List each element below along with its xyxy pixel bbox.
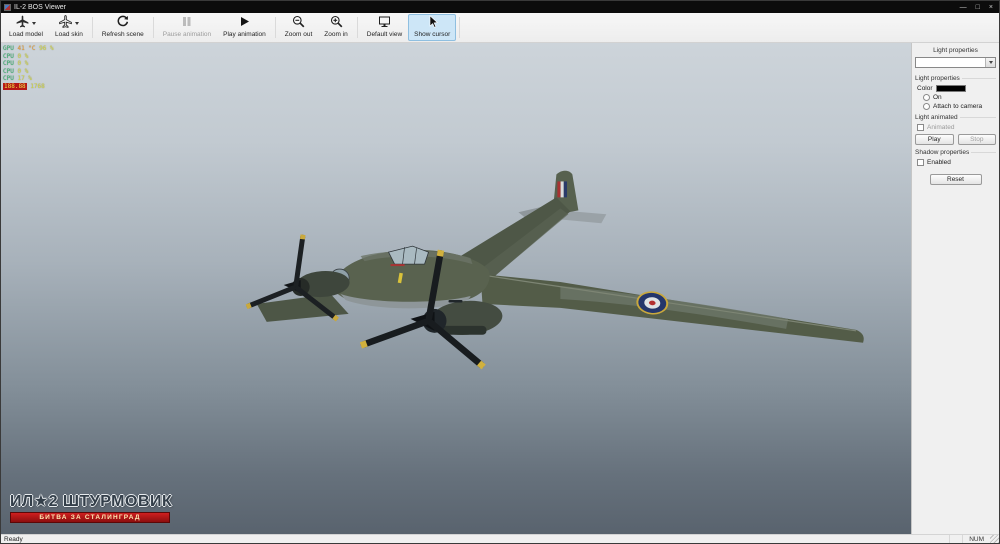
attach-to-camera-radio[interactable] [923, 103, 930, 110]
title-bar[interactable]: IL-2 BOS Viewer — □ × [1, 1, 999, 13]
logo-subtitle: БИТВА ЗА СТАЛИНГРАД [10, 512, 170, 523]
minimize-button[interactable]: — [960, 4, 967, 11]
stat-value: 17 % [17, 75, 31, 82]
fps-counter: 188.88 [3, 83, 27, 90]
stat-value: 41 °C [17, 45, 35, 52]
stat-label: CPU [3, 75, 14, 82]
zoom-out-icon [292, 15, 305, 33]
toolbar: Load model Load skin Refresh scene [1, 13, 999, 43]
logo-title: ИЛ★2 ШТУРМОВИК [10, 491, 170, 511]
show-cursor-button[interactable]: Show cursor [408, 14, 456, 41]
pause-animation-button[interactable]: Pause animation [157, 14, 217, 41]
chevron-down-icon[interactable] [75, 22, 79, 25]
on-radio[interactable] [923, 94, 930, 101]
app-window: IL-2 BOS Viewer — □ × Load model [0, 0, 1000, 544]
load-model-label: Load model [9, 31, 43, 38]
group-shadow-properties: Shadow properties [915, 149, 996, 156]
on-row: On [915, 93, 996, 102]
group-light-animated: Light animated [915, 114, 996, 121]
toolbar-separator [459, 17, 460, 38]
stat-label: CPU [3, 53, 14, 60]
status-bar: Ready NUM [1, 534, 999, 543]
load-skin-button[interactable]: Load skin [49, 14, 89, 41]
play-animation-button[interactable]: Play animation [217, 14, 272, 41]
performance-stats-overlay: GPU 41 °C 96 % CPU 0 % CPU 0 % CPU 0 % C… [3, 45, 54, 90]
default-view-button[interactable]: Default view [361, 14, 408, 41]
refresh-scene-button[interactable]: Refresh scene [96, 14, 150, 41]
stat-value: 1768 [30, 83, 44, 90]
zoom-out-button[interactable]: Zoom out [279, 14, 318, 41]
stat-label: GPU [3, 45, 14, 52]
close-button[interactable]: × [989, 4, 993, 11]
light-properties-panel: Light properties Light properties Color … [911, 43, 999, 534]
reset-button[interactable]: Reset [930, 174, 982, 185]
color-label: Color [917, 85, 933, 92]
resize-grip[interactable] [990, 535, 999, 543]
play-animation-label: Play animation [223, 31, 266, 38]
aircraft-model [1, 43, 911, 534]
attach-to-camera-label: Attach to camera [933, 103, 982, 110]
maximize-button[interactable]: □ [976, 4, 980, 11]
chevron-down-icon[interactable] [985, 58, 995, 67]
stat-value: 0 % [17, 68, 28, 75]
toolbar-separator [357, 17, 358, 38]
play-icon [238, 15, 251, 33]
default-view-label: Default view [367, 31, 402, 38]
chevron-down-icon[interactable] [32, 22, 36, 25]
pause-icon [180, 15, 193, 33]
toolbar-separator [275, 17, 276, 38]
zoom-out-label: Zoom out [285, 31, 312, 38]
zoom-in-label: Zoom in [324, 31, 347, 38]
zoom-in-button[interactable]: Zoom in [318, 14, 353, 41]
stat-label: CPU [3, 60, 14, 67]
cursor-icon [426, 15, 439, 33]
refresh-scene-label: Refresh scene [102, 31, 144, 38]
animated-row: Animated [915, 123, 996, 132]
airplane-icon [59, 15, 72, 33]
shadow-enabled-row: Enabled [915, 158, 996, 167]
light-preset-dropdown[interactable] [915, 57, 996, 68]
stat-label: CPU [3, 68, 14, 75]
shadow-enabled-checkbox[interactable] [917, 159, 924, 166]
color-swatch[interactable] [936, 85, 966, 92]
group-light-properties: Light properties [915, 75, 996, 82]
pause-animation-label: Pause animation [163, 31, 211, 38]
load-skin-label: Load skin [55, 31, 83, 38]
on-label: On [933, 94, 942, 101]
load-model-button[interactable]: Load model [3, 14, 49, 41]
panel-caption: Light properties [915, 45, 996, 57]
animated-label: Animated [927, 124, 954, 131]
model-viewport[interactable]: GPU 41 °C 96 % CPU 0 % CPU 0 % CPU 0 % C… [1, 43, 911, 534]
animated-checkbox[interactable] [917, 124, 924, 131]
color-row: Color [915, 84, 996, 93]
status-cell-empty [949, 535, 962, 543]
toolbar-separator [153, 17, 154, 38]
stat-value: 96 % [39, 45, 53, 52]
refresh-icon [116, 15, 129, 33]
monitor-icon [378, 15, 391, 33]
shadow-enabled-label: Enabled [927, 159, 951, 166]
show-cursor-label: Show cursor [414, 31, 450, 38]
status-text: Ready [4, 536, 23, 543]
window-title: IL-2 BOS Viewer [14, 4, 66, 11]
num-lock-indicator: NUM [962, 535, 990, 543]
zoom-in-icon [330, 15, 343, 33]
stat-value: 0 % [17, 53, 28, 60]
toolbar-separator [92, 17, 93, 38]
play-light-button[interactable]: Play [915, 134, 954, 145]
game-logo: ИЛ★2 ШТУРМОВИК БИТВА ЗА СТАЛИНГРАД [10, 491, 170, 523]
app-icon [4, 4, 11, 11]
stat-value: 0 % [17, 60, 28, 67]
attach-camera-row: Attach to camera [915, 102, 996, 111]
airplane-icon [16, 15, 29, 33]
stop-light-button[interactable]: Stop [958, 134, 997, 145]
